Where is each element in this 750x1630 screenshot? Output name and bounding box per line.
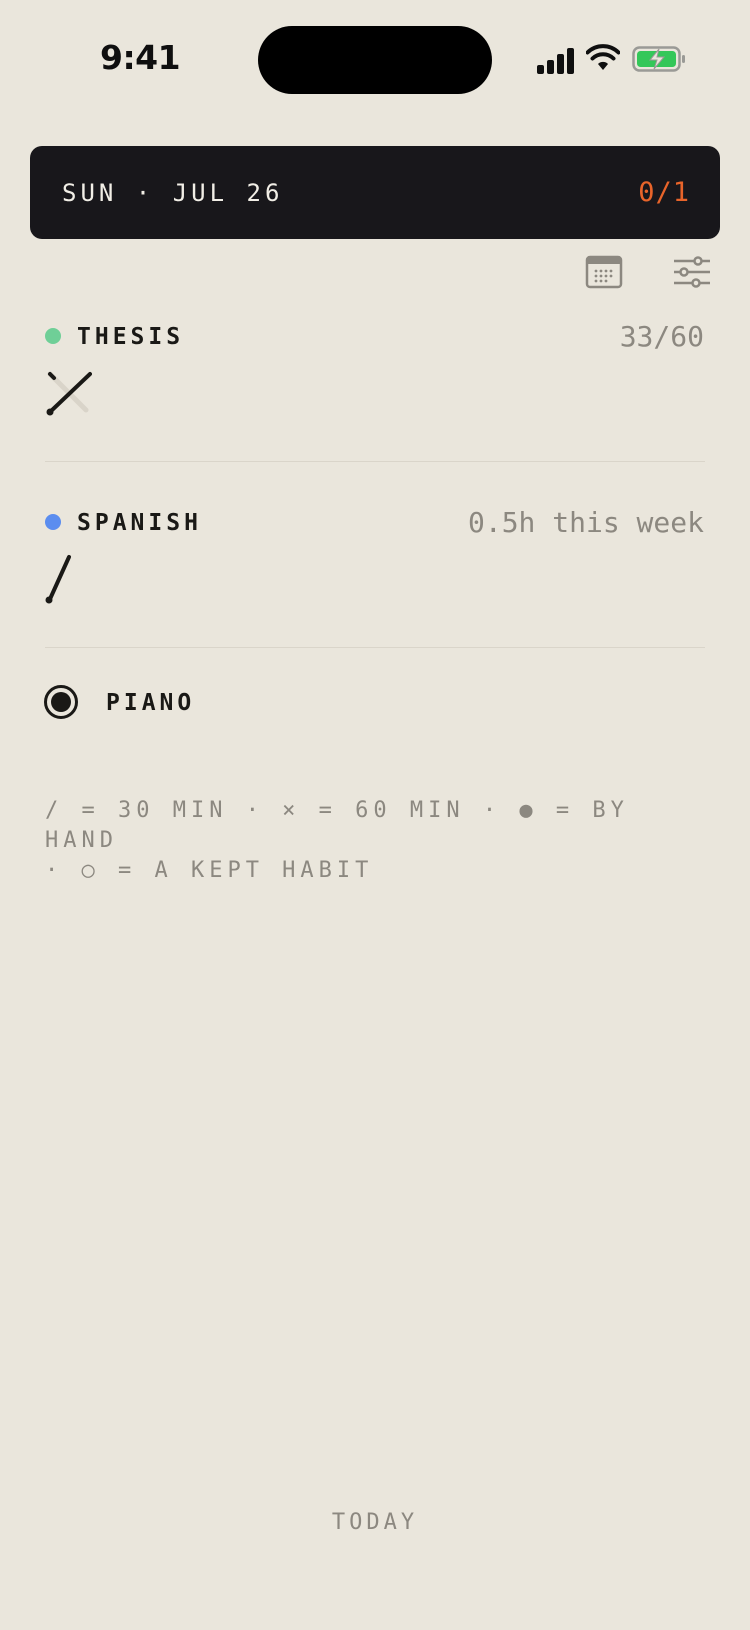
habit-row-piano[interactable]: PIANO [0,680,750,726]
thirty-minute-mark-icon[interactable] [42,553,76,605]
wifi-icon [586,44,620,70]
legend-line: · ○ = A KEPT HABIT [45,858,374,883]
row-divider [45,461,705,462]
cellular-signal-icon [537,46,575,74]
battery-charging-icon [632,46,685,72]
calendar-icon[interactable] [584,254,624,290]
dynamic-island [258,26,492,94]
habit-name: SPANISH [77,510,202,536]
habit-row-thesis[interactable]: THESIS 33/60 [0,316,750,456]
header-date: SUN · JUL 26 [62,179,284,207]
radio-target-icon[interactable] [42,683,80,721]
date-header-card[interactable]: SUN · JUL 26 0/1 [30,146,720,239]
today-tab[interactable]: TODAY [0,1510,750,1535]
habit-color-dot [45,514,61,530]
status-time: 9:41 [100,38,181,77]
habit-progress: 33/60 [619,320,704,353]
habit-color-dot [45,328,61,344]
habit-name: THESIS [77,324,185,350]
habit-row-spanish[interactable]: SPANISH 0.5h this week [0,503,750,643]
habit-name: PIANO [106,690,196,716]
legend-line: / = 30 MIN · × = 60 MIN · ● = BY HAND [45,798,629,853]
sliders-icon[interactable] [672,254,712,290]
legend: / = 30 MIN · × = 60 MIN · ● = BY HAND · … [45,796,705,886]
sixty-minute-mark-icon[interactable] [42,368,92,416]
habit-weekly-hours: 0.5h this week [467,506,704,539]
daily-progress-count: 0/1 [638,177,690,208]
row-divider [45,647,705,648]
